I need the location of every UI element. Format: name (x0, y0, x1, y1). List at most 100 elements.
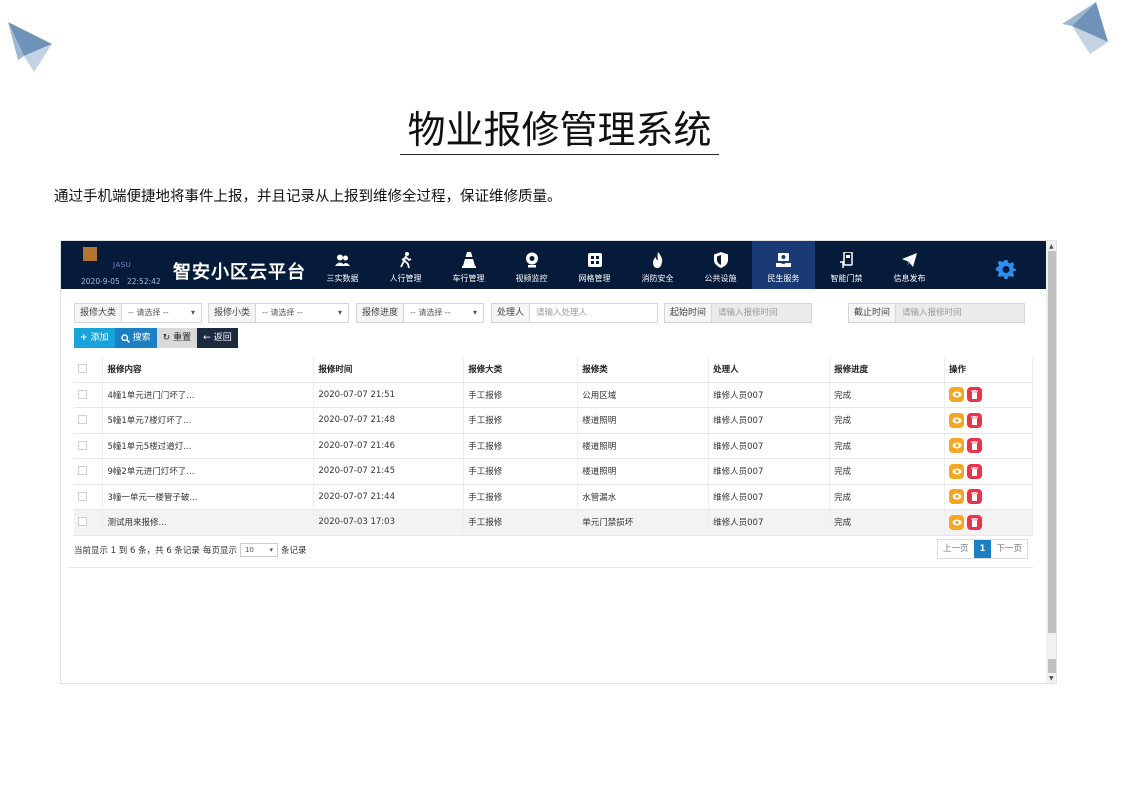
row-checkbox[interactable] (78, 389, 87, 399)
cell: 完成 (829, 458, 945, 485)
actions-cell (944, 484, 1033, 510)
row-checkbox[interactable] (78, 517, 87, 527)
fire-icon (650, 252, 666, 268)
nav-item-facilities[interactable]: 公共设施 (689, 241, 752, 289)
paper-plane-decoration (8, 22, 52, 72)
delete-button[interactable] (967, 514, 982, 530)
cell: 手工报修 (463, 433, 579, 459)
handler-filter[interactable]: 处理人 请输入处理人 (491, 303, 658, 323)
progress-select[interactable]: -- 请选择 -- ▾ (404, 304, 483, 322)
subcategory-select[interactable]: -- 请选择 -- ▾ (256, 304, 348, 322)
nav-item-grid[interactable]: 网格管理 (563, 241, 626, 289)
repair-table: 报修内容 报修时间 报修大类 报修类 处理人 报修进度 操作 4幢1单元进门门坏… (74, 357, 1033, 536)
cell: 5幢1单元5楼过道灯... (102, 433, 315, 459)
grid-icon (587, 252, 603, 268)
eye-icon (952, 417, 961, 424)
view-button[interactable] (949, 514, 964, 530)
arrow-left-icon: ← (203, 333, 211, 343)
delete-button[interactable] (967, 463, 982, 479)
add-label: 添加 (90, 333, 109, 343)
cell: 维修人员007 (708, 433, 831, 459)
nav-label: 公共设施 (704, 274, 737, 283)
delete-button[interactable] (967, 438, 982, 454)
start-time-input[interactable]: 请输入报修时间 (712, 304, 811, 322)
handler-label: 处理人 (492, 304, 531, 322)
column-header: 操作 (944, 357, 1033, 383)
page-1-button[interactable]: 1 (973, 540, 992, 558)
delete-button[interactable] (967, 412, 982, 428)
view-button[interactable] (949, 387, 964, 403)
nav-item-access[interactable]: 智能门禁 (815, 241, 878, 289)
table-row: 5幢1单元7楼灯坏了... 2020-07-07 21:48 手工报修 楼道照明… (74, 407, 1033, 434)
cell: 完成 (829, 407, 945, 434)
end-time-input[interactable]: 请输入报修时间 (896, 304, 1024, 322)
cell: 4幢1单元进门门坏了... (102, 382, 315, 408)
cell: 手工报修 (463, 382, 579, 408)
scrollbar[interactable]: ▲ ▼ (1046, 241, 1056, 683)
view-button[interactable] (949, 412, 964, 428)
nav-item-fire[interactable]: 消防安全 (626, 241, 689, 289)
delete-button[interactable] (967, 387, 982, 403)
nav-item-pedestrian[interactable]: 人行管理 (374, 241, 437, 289)
scroll-down-arrow-icon[interactable]: ▼ (1049, 675, 1054, 682)
end-time-filter[interactable]: 截止时间 请输入报修时间 (848, 303, 1025, 323)
nav-item-publish[interactable]: 信息发布 (878, 241, 941, 289)
top-navbar: JASU 2020-9-05 22:52:42 智安小区云平台 三实数据 人行管… (61, 241, 1046, 289)
row-checkbox[interactable] (78, 415, 87, 425)
view-button[interactable] (949, 489, 964, 505)
select-all-cell[interactable] (74, 357, 104, 383)
slide-page: 物业报修管理系统 通过手机端便捷地将事件上报，并且记录从上报到维修全过程，保证维… (0, 0, 1122, 793)
select-all-checkbox[interactable] (78, 364, 87, 374)
view-button[interactable] (949, 438, 964, 454)
scroll-thumb-lower[interactable] (1048, 659, 1056, 673)
delete-button[interactable] (967, 489, 982, 505)
walking-person-icon (398, 252, 414, 268)
door-access-icon (839, 252, 855, 268)
view-button[interactable] (949, 463, 964, 479)
back-button[interactable]: ← 返回 (197, 328, 238, 348)
pagination: 上一页 1 下一页 (937, 539, 1028, 559)
column-header: 处理人 (708, 357, 831, 383)
row-checkbox[interactable] (78, 466, 87, 476)
reset-button[interactable]: ↻ 重置 (156, 328, 198, 348)
cell: 维修人员007 (708, 484, 831, 510)
add-button[interactable]: + 添加 (74, 328, 115, 348)
search-button[interactable]: 搜索 (114, 328, 157, 348)
per-page-label: 每页显示 (202, 546, 237, 556)
cell: 2020-07-07 21:46 (313, 433, 465, 459)
nav-label: 民生服务 (767, 274, 800, 283)
per-page-select[interactable]: 10 ▾ (239, 543, 278, 557)
cell: 手工报修 (463, 458, 579, 485)
nav-item-data[interactable]: 三实数据 (311, 241, 374, 289)
nav-label: 三实数据 (326, 274, 359, 283)
category-select[interactable]: -- 请选择 -- ▾ (122, 304, 201, 322)
search-label: 搜索 (132, 333, 151, 343)
next-page-button[interactable]: 下一页 (991, 540, 1027, 558)
progress-filter[interactable]: 报修进度 -- 请选择 -- ▾ (356, 303, 484, 323)
category-label: 报修大类 (75, 304, 123, 322)
nav-item-vehicle[interactable]: 车行管理 (437, 241, 500, 289)
row-checkbox[interactable] (78, 491, 87, 501)
gear-icon[interactable] (996, 259, 1016, 279)
cell: 手工报修 (463, 407, 579, 434)
nav-item-video[interactable]: 视频监控 (500, 241, 563, 289)
scroll-thumb[interactable] (1048, 251, 1056, 633)
cell: 维修人员007 (708, 407, 831, 434)
scroll-up-arrow-icon[interactable]: ▲ (1049, 243, 1054, 250)
prev-page-button[interactable]: 上一页 (938, 540, 974, 558)
start-time-filter[interactable]: 起始时间 请输入报修时间 (664, 303, 812, 323)
category-filter[interactable]: 报修大类 -- 请选择 -- ▾ (74, 303, 202, 323)
row-checkbox[interactable] (78, 440, 87, 450)
end-time-label: 截止时间 (849, 304, 897, 322)
handler-input[interactable]: 请输入处理人 (530, 304, 657, 322)
subcategory-filter[interactable]: 报修小类 -- 请选择 -- ▾ (208, 303, 349, 323)
category-value: -- 请选择 -- (128, 308, 169, 317)
cell: 2020-07-07 21:51 (313, 382, 465, 408)
nav-item-service[interactable]: 民生服务 (752, 241, 815, 289)
date-text: 2020-9-05 (81, 277, 120, 286)
progress-label: 报修进度 (357, 304, 405, 322)
column-header: 报修进度 (829, 357, 945, 383)
search-icon (120, 333, 130, 343)
trash-icon (971, 517, 978, 527)
cell: 完成 (829, 382, 945, 408)
